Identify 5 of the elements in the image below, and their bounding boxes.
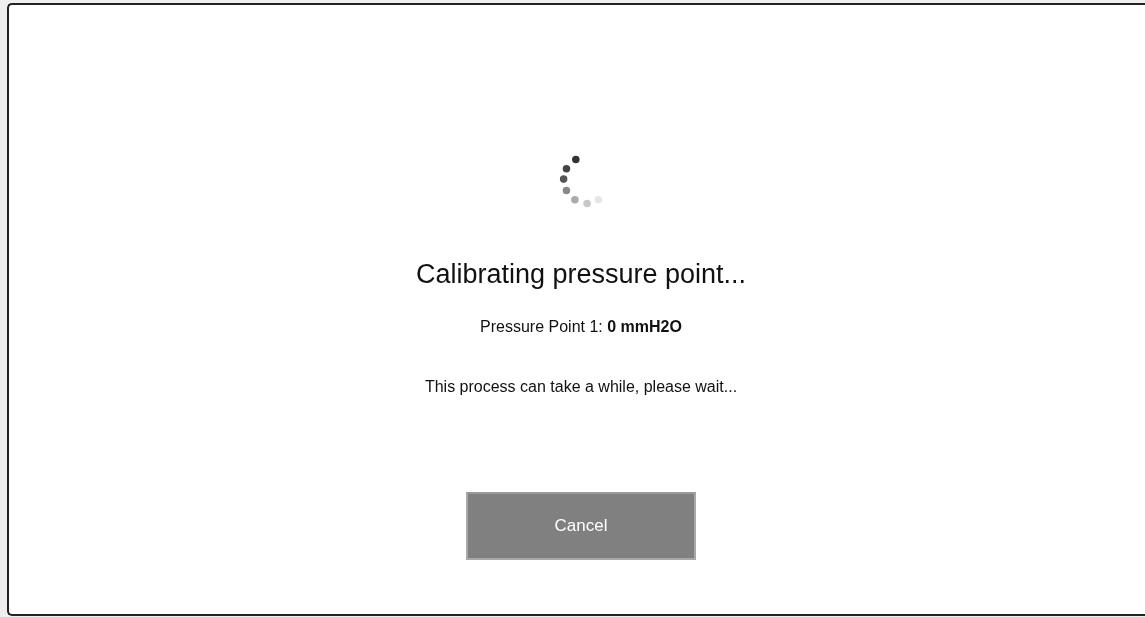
wait-message: This process can take a while, please wait...: [424, 378, 738, 396]
dialog-title: Calibrating pressure point...: [415, 259, 747, 290]
pressure-reading: Pressure Point 1: 0 mmH2O: [480, 318, 682, 336]
cancel-button[interactable]: Cancel: [466, 492, 696, 560]
loading-spinner-icon: [558, 153, 604, 209]
